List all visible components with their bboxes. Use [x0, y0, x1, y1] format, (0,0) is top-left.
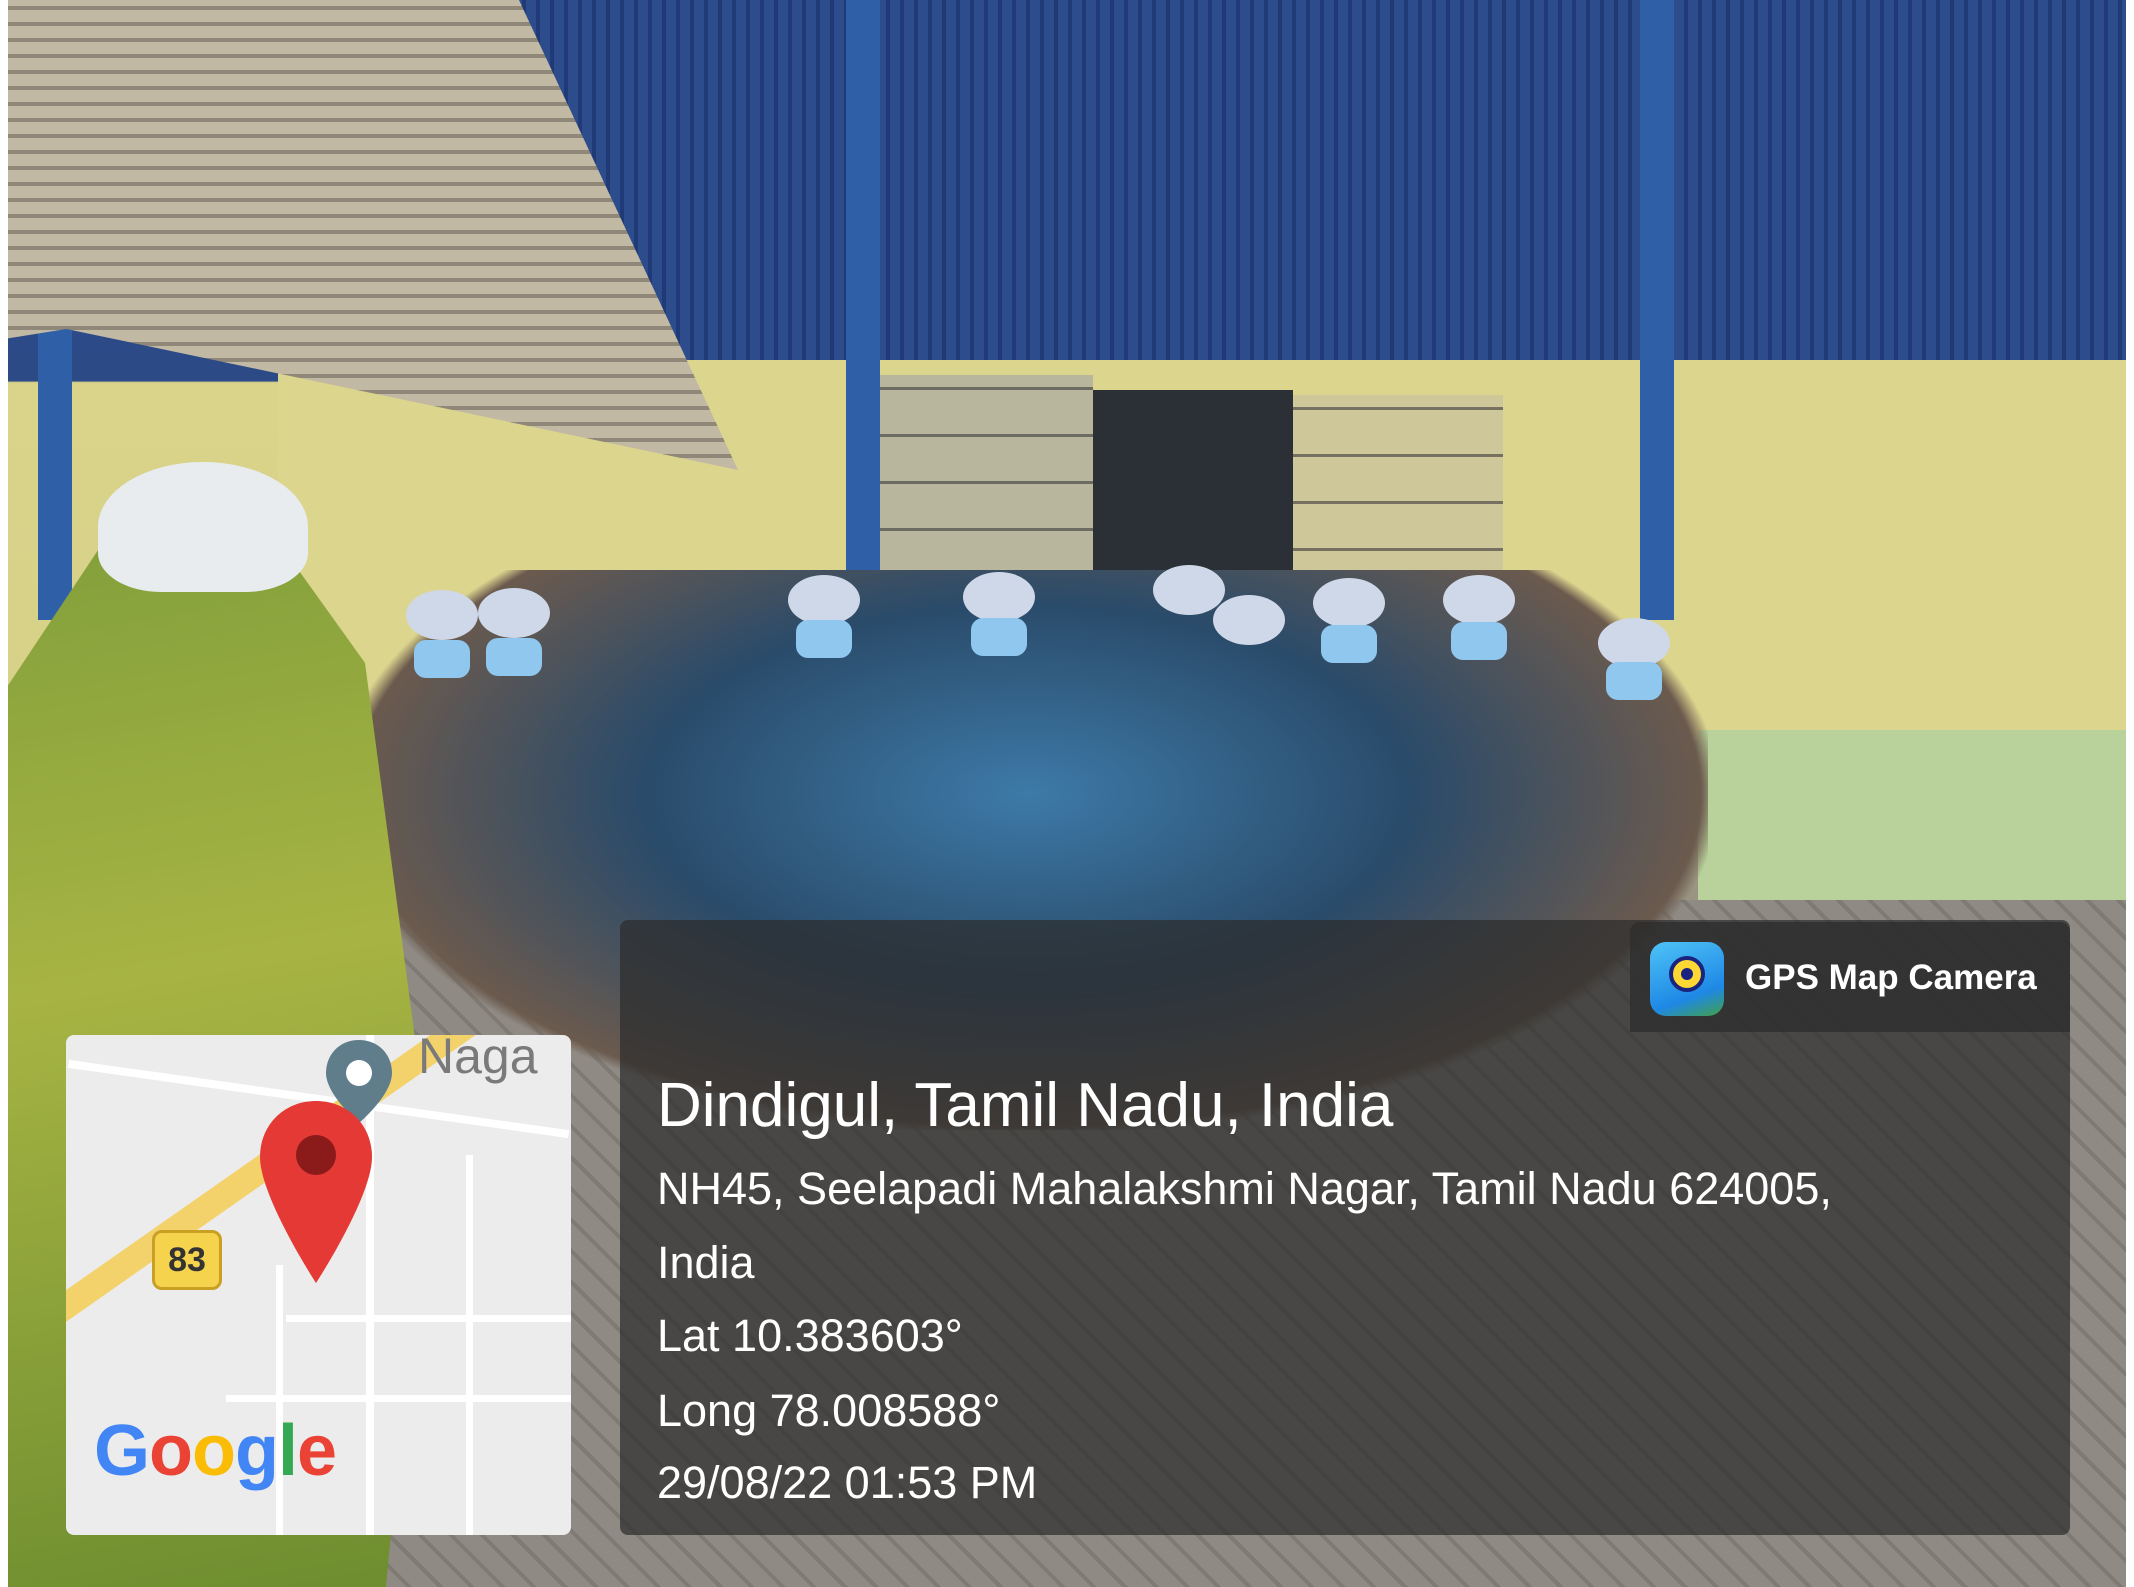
- logo-letter: G: [94, 1411, 150, 1491]
- pillar: [846, 0, 880, 620]
- hairnet: [98, 462, 308, 592]
- building-wall-green: [1698, 730, 2126, 900]
- hairnet: [478, 588, 550, 638]
- route-shield: 83: [152, 1230, 222, 1290]
- hairnet: [1443, 575, 1515, 625]
- timestamp-text: 29/08/22 01:53 PM: [657, 1457, 1038, 1508]
- location-marker-icon: [260, 1101, 372, 1283]
- logo-letter: e: [296, 1411, 337, 1491]
- face-mask: [486, 638, 542, 676]
- logo-letter: o: [149, 1411, 193, 1491]
- longitude-text: Long 78.008588°: [657, 1385, 1001, 1436]
- latitude-text: Lat 10.383603°: [657, 1310, 963, 1361]
- address-line: India: [657, 1237, 755, 1288]
- logo-letter: l: [277, 1411, 298, 1491]
- hairnet: [1313, 578, 1385, 628]
- hairnet: [406, 590, 478, 640]
- door-panel-right: [1293, 395, 1503, 595]
- face-mask: [796, 620, 852, 658]
- hairnet: [963, 572, 1035, 622]
- hairnet: [1213, 595, 1285, 645]
- map-place-label: Naga: [418, 1035, 538, 1084]
- door-panel-left: [878, 375, 1093, 575]
- face-mask: [414, 640, 470, 678]
- face-mask: [1451, 622, 1507, 660]
- face-mask: [971, 618, 1027, 656]
- address-line: NH45, Seelapadi Mahalakshmi Nagar, Tamil…: [657, 1163, 1832, 1214]
- hairnet: [1153, 565, 1225, 615]
- app-name: GPS Map Camera: [1745, 958, 2037, 997]
- map-road: [466, 1155, 473, 1535]
- map-road: [276, 1265, 283, 1535]
- logo-letter: o: [192, 1411, 236, 1491]
- google-logo: Google: [94, 1410, 337, 1492]
- face-mask: [1321, 625, 1377, 663]
- hairnet: [788, 575, 860, 625]
- pillar: [1640, 0, 1674, 620]
- building-wall-blue: [428, 0, 2126, 400]
- hairnet: [1598, 618, 1670, 668]
- logo-letter: g: [234, 1411, 279, 1491]
- face-mask: [1606, 662, 1662, 700]
- map-road: [286, 1315, 571, 1322]
- location-title: Dindigul, Tamil Nadu, India: [657, 1071, 1394, 1140]
- map-thumbnail: Naga 83 Google: [66, 1035, 571, 1535]
- camera-location-icon: [1650, 942, 1724, 1016]
